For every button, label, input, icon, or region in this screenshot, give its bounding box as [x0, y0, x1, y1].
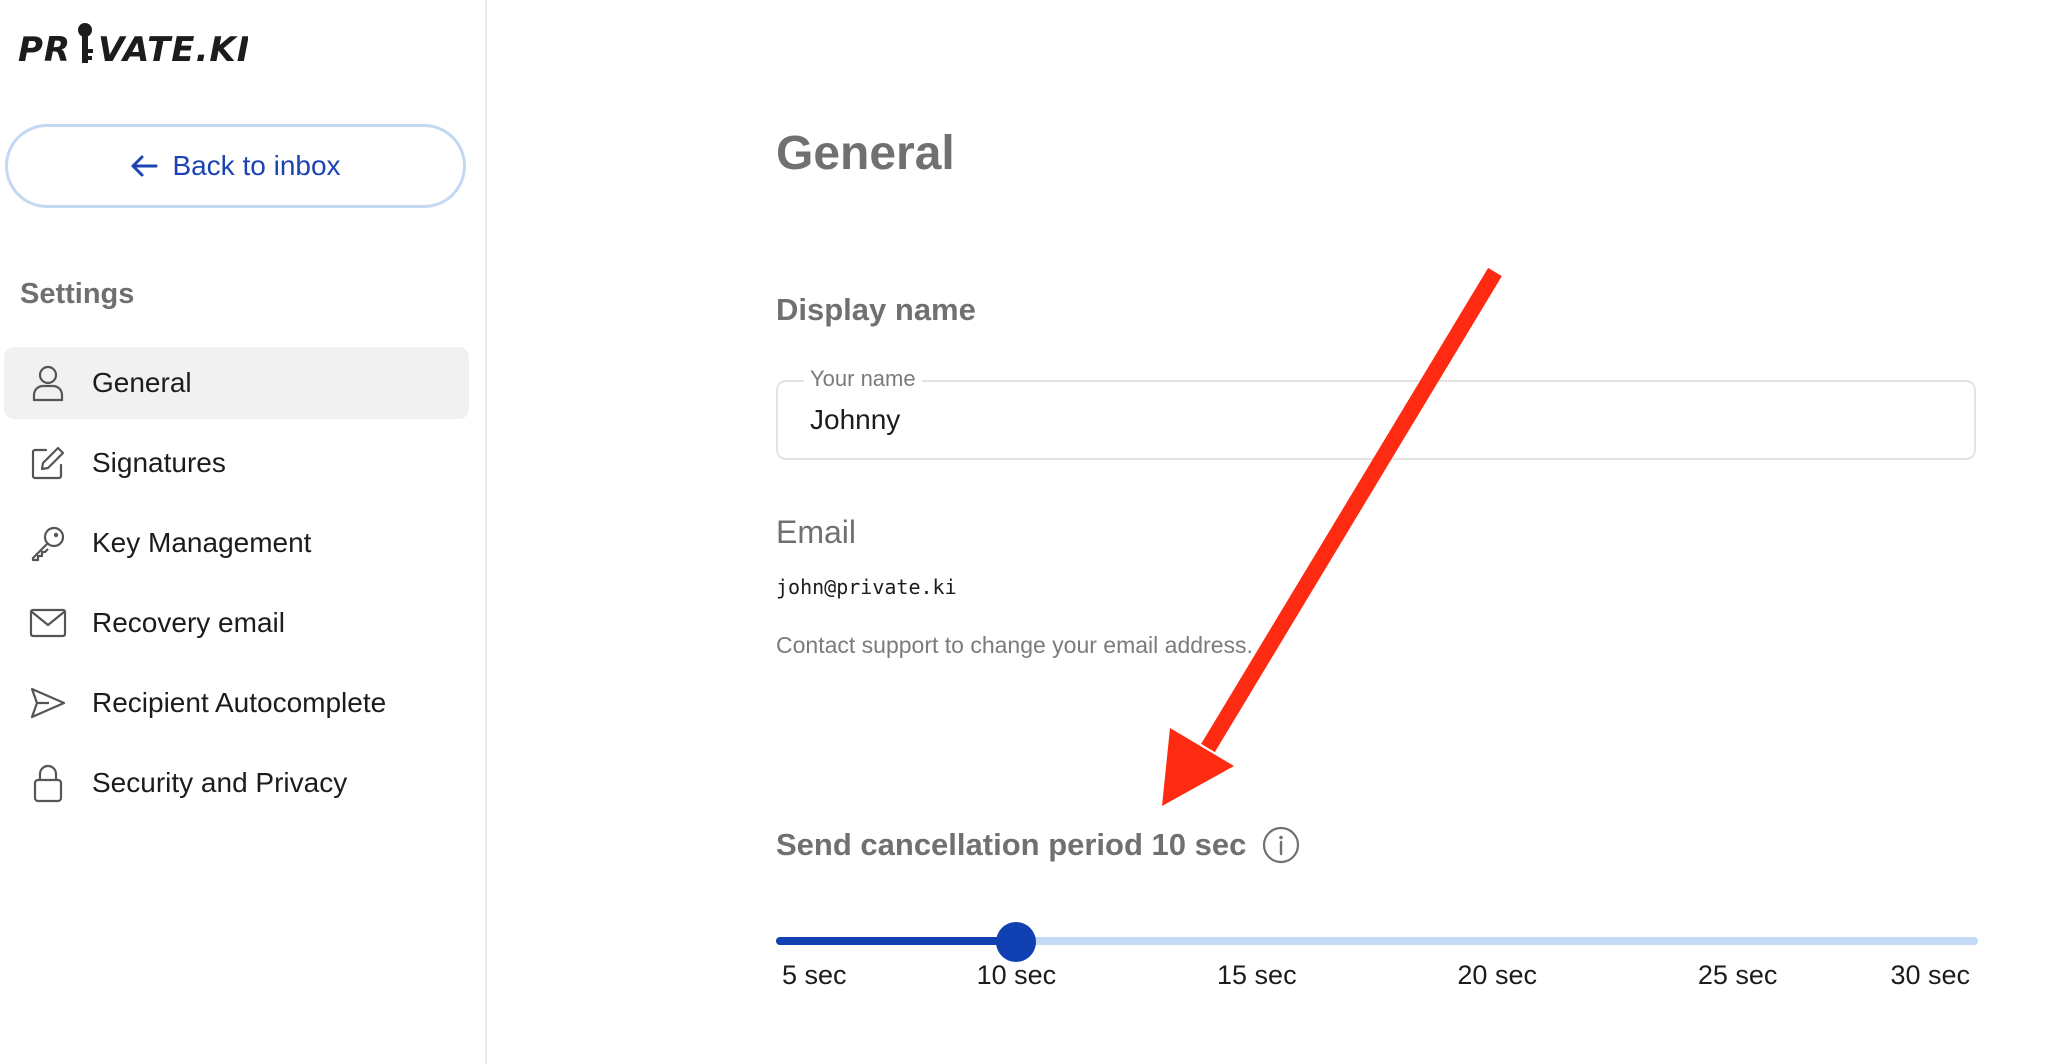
display-name-field[interactable]: Your name	[776, 366, 1976, 460]
email-heading: Email	[776, 514, 857, 550]
settings-nav: General Signatures Key Management Recove…	[4, 347, 469, 827]
slider-mark-label: 15 sec	[1217, 960, 1297, 990]
private-ki-logo-icon: PR VATE.KI	[18, 23, 248, 70]
email-value: john@private.ki	[776, 575, 957, 599]
sidebar-item-signatures[interactable]: Signatures	[4, 427, 469, 499]
svg-text:PR: PR	[18, 30, 71, 70]
pencil-icon	[28, 443, 68, 483]
slider-mark-label: 5 sec	[782, 960, 847, 990]
sidebar-item-label: General	[92, 367, 192, 398]
cancellation-heading-row: Send cancellation period 10 sec	[776, 826, 1300, 864]
email-hint: Contact support to change your email add…	[776, 632, 1253, 658]
slider-mark-label: 30 sec	[1890, 960, 1970, 990]
user-icon	[28, 363, 68, 403]
cancellation-period-slider[interactable]	[776, 922, 1978, 962]
sidebar-item-key-management[interactable]: Key Management	[4, 507, 469, 579]
sidebar-item-recovery-email[interactable]: Recovery email	[4, 587, 469, 659]
brand-logo[interactable]: PR VATE.KI	[18, 20, 248, 70]
slider-track	[776, 937, 1017, 945]
cancellation-heading: Send cancellation period 10 sec	[776, 827, 1247, 862]
key-icon	[28, 523, 68, 563]
sidebar-item-label: Recovery email	[92, 607, 285, 638]
sidebar-item-general[interactable]: General	[4, 347, 469, 419]
info-icon[interactable]	[1262, 826, 1300, 864]
display-name-heading: Display name	[776, 292, 976, 327]
page-title: General	[776, 127, 955, 180]
slider-marks: 5 sec 10 sec 15 sec 20 sec 25 sec 30 sec	[776, 960, 1978, 1000]
slider-thumb[interactable]	[996, 922, 1037, 962]
arrow-left-icon	[130, 154, 158, 178]
back-to-inbox-button[interactable]: Back to inbox	[5, 124, 466, 208]
slider-mark-label: 20 sec	[1457, 960, 1537, 990]
display-name-legend: Your name	[804, 366, 922, 392]
svg-text:VATE.KI: VATE.KI	[98, 30, 248, 70]
sidebar-item-label: Signatures	[92, 447, 226, 478]
lock-icon	[28, 763, 68, 803]
slider-mark-label: 25 sec	[1697, 960, 1778, 990]
envelope-icon	[28, 603, 68, 643]
sidebar-item-recipient-autocomplete[interactable]: Recipient Autocomplete	[4, 667, 469, 739]
sidebar-item-label: Security and Privacy	[92, 767, 348, 798]
sidebar-item-security-and-privacy[interactable]: Security and Privacy	[4, 747, 469, 819]
slider-mark-label: 10 sec	[976, 960, 1057, 990]
sidebar-item-label: Key Management	[92, 527, 312, 558]
send-icon	[28, 683, 68, 723]
sidebar-item-label: Recipient Autocomplete	[92, 687, 387, 718]
display-name-input[interactable]	[810, 404, 1710, 436]
settings-section-title: Settings	[20, 278, 135, 310]
back-to-inbox-label: Back to inbox	[172, 150, 341, 181]
sidebar: PR VATE.KI Back to inbox Settings Genera…	[0, 0, 487, 1064]
